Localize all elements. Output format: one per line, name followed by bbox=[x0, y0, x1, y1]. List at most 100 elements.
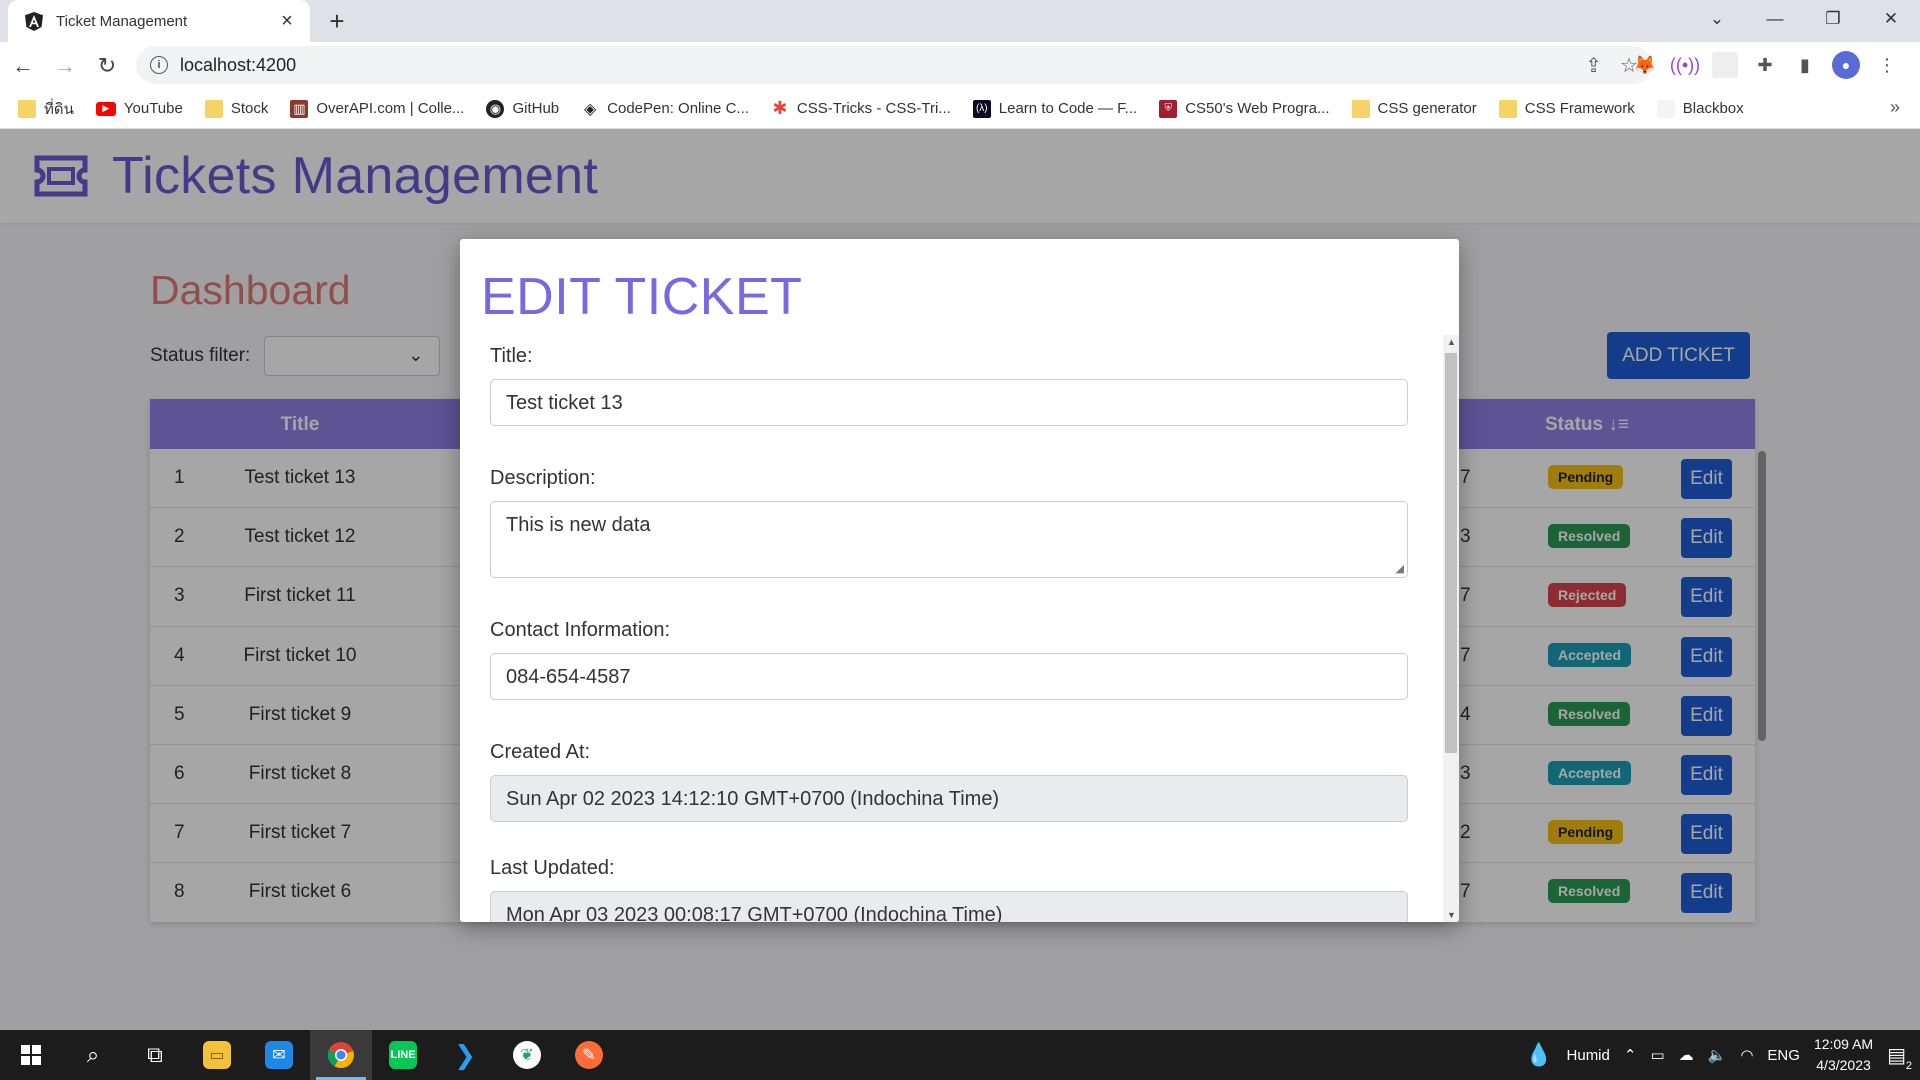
browser-toolbar: ← → ↻ i localhost:4200 ⇪ ☆ 🦊 ((•)) ✚ ▮ ●… bbox=[0, 42, 1920, 89]
bookmark-item[interactable]: Stock bbox=[204, 99, 269, 118]
clock-time: 12:09 AM bbox=[1813, 1036, 1874, 1052]
notification-count: 2 bbox=[1905, 1059, 1912, 1072]
bookmark-item[interactable]: (λ) Learn to Code — F... bbox=[972, 99, 1138, 118]
share-icon[interactable]: ⇪ bbox=[1585, 53, 1602, 78]
metamask-icon[interactable]: 🦊 bbox=[1632, 52, 1658, 78]
title-label: Title: bbox=[490, 345, 533, 367]
wifi-icon[interactable]: ◠ bbox=[1740, 1046, 1753, 1064]
updated-label: Last Updated: bbox=[490, 857, 615, 879]
close-tab-icon[interactable]: × bbox=[276, 10, 298, 33]
show-hidden-icons-icon[interactable]: ⌃ bbox=[1624, 1046, 1637, 1064]
updated-field: Last Updated: Mon Apr 03 2023 00:08:17 G… bbox=[490, 857, 1408, 922]
minimize-icon[interactable]: — bbox=[1746, 0, 1804, 38]
close-window-icon[interactable]: ✕ bbox=[1862, 0, 1920, 38]
bookmark-label: Learn to Code — F... bbox=[998, 100, 1138, 117]
clock[interactable]: 12:09 AM 4/3/2023 bbox=[1814, 1034, 1873, 1076]
description-textarea[interactable]: This is new data ◢ bbox=[490, 501, 1408, 578]
angular-icon bbox=[24, 11, 44, 31]
profile-avatar-icon[interactable]: ● bbox=[1832, 51, 1860, 79]
url-text: localhost:4200 bbox=[180, 54, 297, 75]
side-panel-icon[interactable]: ▮ bbox=[1792, 52, 1818, 78]
forward-icon[interactable]: → bbox=[46, 47, 84, 85]
bookmarks-bar: ที่ดิน ▶ YouTube Stock ▥ OverAPI.com | Col… bbox=[0, 89, 1920, 129]
system-tray: 💧 Humid ⌃ ▭ ☁ 🔈 ◠ ENG 12:09 AM 4/3/2023 … bbox=[1525, 1030, 1920, 1080]
new-tab-button[interactable]: + bbox=[322, 6, 352, 36]
bookmark-label: CSS Framework bbox=[1524, 100, 1635, 117]
bookmark-label: Blackbox bbox=[1682, 100, 1744, 117]
file-explorer-icon[interactable]: ▭ bbox=[186, 1030, 248, 1080]
extensions-area: 🦊 ((•)) ✚ ▮ ● ⋮ bbox=[1632, 46, 1900, 84]
menu-icon[interactable]: ⋮ bbox=[1874, 52, 1900, 78]
search-icon[interactable]: ⌕ bbox=[62, 1030, 124, 1080]
task-view-icon[interactable]: ⧉ bbox=[124, 1030, 186, 1080]
weather-icon[interactable]: 💧 bbox=[1525, 1042, 1552, 1068]
bookmark-label: CS50's Web Progra... bbox=[1185, 100, 1330, 117]
bookmark-item[interactable]: ▥ OverAPI.com | Colle... bbox=[290, 99, 465, 118]
puzzle-icon[interactable]: ✚ bbox=[1752, 52, 1778, 78]
modal-scrollbar[interactable]: ▲ ▼ bbox=[1443, 335, 1459, 922]
folder-icon bbox=[204, 99, 223, 118]
created-label: Created At: bbox=[490, 741, 591, 763]
bookmark-item[interactable]: ◈ CodePen: Online C... bbox=[581, 100, 749, 118]
overapi-icon: ▥ bbox=[290, 99, 309, 118]
restore-icon[interactable]: ❐ bbox=[1804, 0, 1862, 38]
contact-label: Contact Information: bbox=[490, 619, 671, 641]
harvard-icon: ⛨ bbox=[1159, 99, 1178, 118]
bookmark-item[interactable]: Blackbox bbox=[1656, 99, 1744, 118]
mail-icon[interactable]: ✉ bbox=[248, 1030, 310, 1080]
bookmark-label: OverAPI.com | Colle... bbox=[316, 100, 465, 117]
folder-icon bbox=[1351, 99, 1370, 118]
description-field: Description: This is new data ◢ bbox=[490, 467, 1408, 578]
scroll-down-icon[interactable]: ▼ bbox=[1447, 910, 1456, 920]
onedrive-icon[interactable]: ☁ bbox=[1679, 1046, 1694, 1064]
scroll-thumb[interactable] bbox=[1445, 353, 1457, 753]
language-indicator[interactable]: ENG bbox=[1767, 1047, 1800, 1064]
back-icon[interactable]: ← bbox=[4, 47, 42, 85]
postman-icon[interactable]: ✎ bbox=[558, 1030, 620, 1080]
taskbar: ⌕ ⧉ ▭ ✉ LINE ❯ ❦ ✎ 💧 Humid ⌃ ▭ ☁ 🔈 ◠ ENG… bbox=[0, 1030, 1920, 1080]
broadcast-icon[interactable]: ((•)) bbox=[1670, 52, 1700, 78]
bookmark-label: Stock bbox=[230, 100, 269, 117]
bookmark-item[interactable]: ◉ GitHub bbox=[486, 99, 559, 118]
bookmark-item[interactable]: ▶ YouTube bbox=[95, 100, 183, 117]
blackbox-icon bbox=[1656, 99, 1675, 118]
reload-icon[interactable]: ↻ bbox=[88, 47, 126, 85]
bookmark-item[interactable]: ✱ CSS-Tricks - CSS-Tri... bbox=[771, 98, 951, 118]
created-field: Created At: Sun Apr 02 2023 14:12:10 GMT… bbox=[490, 741, 1408, 822]
title-input[interactable]: Test ticket 13 bbox=[490, 379, 1408, 426]
volume-icon[interactable]: 🔈 bbox=[1708, 1046, 1727, 1064]
codepen-icon: ◈ bbox=[584, 100, 597, 118]
app-page: Tickets Management Dashboard Status filt… bbox=[0, 129, 1920, 1030]
bookmark-label: YouTube bbox=[123, 100, 183, 117]
weather-text[interactable]: Humid bbox=[1567, 1047, 1610, 1064]
bookmark-label: CSS-Tricks - CSS-Tri... bbox=[796, 100, 951, 117]
notifications-icon[interactable]: ▤ 2 bbox=[1887, 1043, 1912, 1072]
mongodb-icon[interactable]: ❦ bbox=[496, 1030, 558, 1080]
csstricks-icon: ✱ bbox=[772, 98, 788, 118]
bookmark-label: ที่ดิน bbox=[44, 100, 74, 118]
browser-tab[interactable]: Ticket Management × bbox=[8, 0, 310, 42]
line-icon[interactable]: LINE bbox=[372, 1030, 434, 1080]
freecodecamp-icon: (λ) bbox=[972, 99, 991, 118]
updated-input: Mon Apr 03 2023 00:08:17 GMT+0700 (Indoc… bbox=[490, 891, 1408, 922]
description-label: Description: bbox=[490, 467, 596, 489]
resize-grip-icon[interactable]: ◢ bbox=[1396, 562, 1404, 575]
bookmark-item[interactable]: CSS Framework bbox=[1498, 99, 1635, 118]
address-bar[interactable]: i localhost:4200 ⇪ ☆ bbox=[136, 46, 1652, 84]
contact-input[interactable]: 084-654-4587 bbox=[490, 653, 1408, 700]
windows-start-icon[interactable] bbox=[0, 1030, 62, 1080]
bookmark-item[interactable]: CSS generator bbox=[1351, 99, 1477, 118]
chrome-icon[interactable] bbox=[310, 1030, 372, 1080]
tab-search-icon[interactable]: ⌄ bbox=[1688, 0, 1746, 38]
created-input: Sun Apr 02 2023 14:12:10 GMT+0700 (Indoc… bbox=[490, 775, 1408, 822]
bookmark-item[interactable]: ⛨ CS50's Web Progra... bbox=[1159, 99, 1330, 118]
folder-icon bbox=[1498, 99, 1517, 118]
more-bookmarks-icon[interactable]: » bbox=[1890, 97, 1900, 118]
battery-icon[interactable]: ▭ bbox=[1650, 1046, 1664, 1064]
contact-field: Contact Information: 084-654-4587 bbox=[490, 619, 1408, 700]
extension-blank-icon[interactable] bbox=[1712, 52, 1738, 78]
bookmark-item[interactable]: ที่ดิน bbox=[18, 97, 74, 121]
vscode-icon[interactable]: ❯ bbox=[434, 1030, 496, 1080]
site-info-icon[interactable]: i bbox=[150, 56, 168, 74]
scroll-up-icon[interactable]: ▲ bbox=[1447, 337, 1456, 347]
